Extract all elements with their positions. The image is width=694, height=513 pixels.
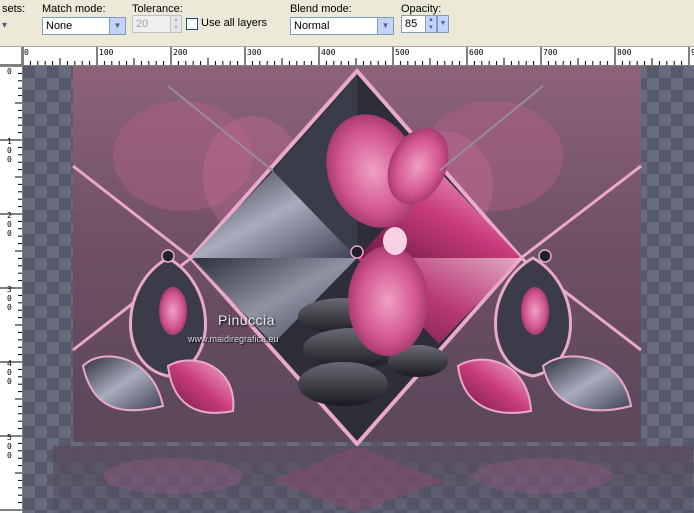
stepper-up-icon[interactable]: ▲ xyxy=(425,16,436,24)
opacity-label: Opacity: xyxy=(401,3,442,15)
blend-mode-value: Normal xyxy=(294,20,330,32)
tolerance-stepper[interactable]: 20 ▲ ▼ xyxy=(132,15,182,33)
ruler-label: 0 xyxy=(24,48,29,57)
ruler-label: 200 xyxy=(7,211,12,238)
ruler-label: 800 xyxy=(617,48,632,57)
watermark-text: Pinuccia xyxy=(218,312,275,328)
stepper-down-icon[interactable]: ▼ xyxy=(170,24,181,32)
ruler-label: 0 xyxy=(7,67,12,76)
ruler-label: 500 xyxy=(395,48,410,57)
ruler-corner xyxy=(0,47,22,65)
blend-mode-select[interactable]: Normal ▼ xyxy=(290,17,394,35)
vertical-ruler[interactable]: 0 100 200 300 400 500 xyxy=(0,65,23,513)
chevron-down-icon[interactable]: ▼ xyxy=(109,18,125,34)
stepper-down-icon[interactable]: ▼ xyxy=(425,24,436,32)
match-mode-value: None xyxy=(46,20,73,32)
use-all-layers-checkbox[interactable] xyxy=(186,18,198,30)
ruler-label: 100 xyxy=(99,48,114,57)
ruler-label: 300 xyxy=(7,285,12,312)
ruler-label: 700 xyxy=(543,48,558,57)
ruler-label: 100 xyxy=(7,137,12,164)
use-all-layers-label: Use all layers xyxy=(201,17,268,29)
ruler-label: 400 xyxy=(321,48,336,57)
watermark-url: www.maidiregrafica.eu xyxy=(188,334,279,344)
opacity-value: 85 xyxy=(405,18,418,30)
ruler-label: 600 xyxy=(469,48,484,57)
presets-label: sets: xyxy=(2,3,26,15)
image-canvas[interactable]: Pinuccia www.maidiregrafica.eu xyxy=(23,66,694,513)
ruler-label: 500 xyxy=(7,433,12,460)
stepper-up-icon[interactable]: ▲ xyxy=(170,16,181,24)
chevron-down-icon[interactable]: ▼ xyxy=(377,18,393,34)
artwork xyxy=(53,66,693,513)
ruler-ticks xyxy=(22,47,690,65)
tolerance-label: Tolerance: xyxy=(132,3,183,15)
match-mode-label: Match mode: xyxy=(42,3,106,15)
horizontal-ruler[interactable]: 0 100 200 300 400 500 600 700 800 900 xyxy=(22,47,694,66)
tolerance-value: 20 xyxy=(136,18,149,30)
opacity-stepper[interactable]: 85 ▲ ▼ xyxy=(401,15,437,33)
tool-options-toolbar: sets: ▾ Match mode: None ▼ Tolerance: 20… xyxy=(0,0,694,47)
ruler-label: 200 xyxy=(173,48,188,57)
blend-mode-label: Blend mode: xyxy=(290,3,352,15)
ruler-label: 400 xyxy=(7,359,12,386)
match-mode-select[interactable]: None ▼ xyxy=(42,17,126,35)
opacity-dropdown-button[interactable]: ▼ xyxy=(437,15,449,33)
ruler-label: 300 xyxy=(247,48,262,57)
presets-dropdown-icon[interactable]: ▾ xyxy=(2,20,18,36)
